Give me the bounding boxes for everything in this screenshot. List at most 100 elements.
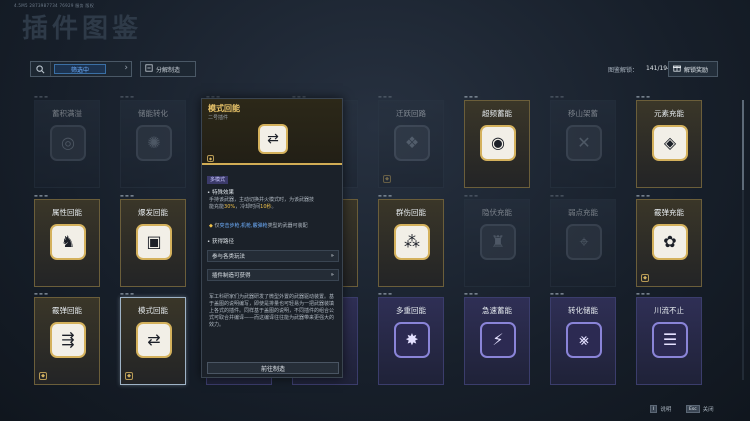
- plugin-card[interactable]: ▬ ▬ ▬ 霰弹充能 ✿ ◆: [636, 193, 702, 287]
- plugin-name: 爆发回能: [138, 208, 168, 217]
- plugin-detail-popup: 模式回能 二号插件 ⇄ ◆ 多模式 • 特殊效果 手持该武器，主动切换并火模式时…: [201, 98, 343, 378]
- unlock-reward-button[interactable]: 解锁奖励: [668, 61, 718, 77]
- shuffle-icon: ⇄: [136, 322, 172, 358]
- plugin-card[interactable]: ▬ ▬ ▬ 急速蓄能 ⚡: [464, 291, 530, 385]
- card-tag: ▬ ▬ ▬: [550, 291, 564, 296]
- route-plugin-craft[interactable]: 插件制造可获得»: [207, 269, 339, 281]
- plugin-glyph: ▣: [146, 232, 162, 251]
- shield-icon: ◆: [209, 223, 213, 229]
- card-tag: ▬ ▬ ▬: [120, 193, 134, 198]
- mode-tag: 多模式: [207, 176, 229, 184]
- plugin-glyph: ✺: [147, 133, 161, 152]
- close-button[interactable]: Esc 关闭: [686, 405, 714, 413]
- filter-status[interactable]: 筛选中: [54, 64, 106, 74]
- popup-header: 模式回能 二号插件 ⇄ ◆: [202, 99, 342, 165]
- unlock-reward-label: 解锁奖励: [684, 66, 709, 74]
- card-tag: ▬ ▬ ▬: [120, 291, 134, 296]
- plugin-name: 霰弹回能: [52, 306, 82, 315]
- burst-icon: ✸: [394, 322, 430, 358]
- swirl-icon: ◎: [50, 125, 86, 161]
- spiral-icon: ✿: [652, 224, 688, 260]
- plugin-glyph: ◎: [61, 133, 75, 152]
- plugin-card[interactable]: ▬ ▬ ▬ 爆发回能 ▣: [120, 193, 186, 287]
- diamond-icon: ◈: [652, 125, 688, 161]
- plugin-card[interactable]: ▬ ▬ ▬ 迁跃回路 ❖ ◆: [378, 94, 444, 188]
- gift-icon: [673, 64, 681, 74]
- plugin-name: 移山架蓄: [568, 109, 598, 118]
- page-title: 插件图鉴: [22, 14, 143, 44]
- eye-icon: ◉: [480, 125, 516, 161]
- double-chevron-icon: »: [330, 253, 334, 259]
- plugin-name: 储能转化: [138, 109, 168, 118]
- plugin-name: 霰弹充能: [654, 208, 684, 217]
- plugin-card[interactable]: ▬ ▬ ▬ 隐伏充能 ♜: [464, 193, 530, 287]
- bolt-icon: ⚡: [480, 322, 516, 358]
- shuffle-icon: ⇄: [258, 124, 288, 154]
- plugin-card[interactable]: ▬ ▬ ▬ 储能转化 ✺: [120, 94, 186, 188]
- card-tag: ▬ ▬ ▬: [550, 94, 564, 99]
- dismantle-button[interactable]: 分解制造: [140, 61, 196, 77]
- weapon-restriction: ◆ 仅突击步枪,机枪,霰弹枪类型的武器可装配: [209, 223, 308, 229]
- shield-icon: ◆: [39, 372, 47, 380]
- route-play-modes[interactable]: 参与各类玩法»: [207, 250, 339, 262]
- plugin-glyph: ♞: [60, 232, 76, 251]
- axe-icon: ✕: [566, 125, 602, 161]
- plugin-name: 迁跃回路: [396, 109, 426, 118]
- card-tag: ▬ ▬ ▬: [550, 193, 564, 198]
- plugin-name: 模式回能: [138, 306, 168, 315]
- acquire-heading: • 获得路径: [207, 239, 234, 245]
- plugin-card[interactable]: ▬ ▬ ▬ 转化储能 ⨳: [550, 291, 616, 385]
- plugin-card[interactable]: ▬ ▬ ▬ 蓄积满溢 ◎: [34, 94, 100, 188]
- popup-subtitle: 二号插件: [208, 115, 229, 121]
- plugin-name: 弱点充能: [568, 208, 598, 217]
- plugin-name: 属性回能: [52, 208, 82, 217]
- rune-icon: ⨳: [566, 322, 602, 358]
- plugin-glyph: ⇶: [61, 330, 75, 349]
- search-bar[interactable]: 筛选中 ›: [30, 61, 132, 77]
- card-tag: ▬ ▬ ▬: [120, 94, 134, 99]
- double-chevron-icon: »: [330, 272, 334, 278]
- plugin-glyph: ⨳: [579, 330, 589, 349]
- shield-icon: ◆: [383, 175, 391, 183]
- dismantle-icon: [145, 64, 153, 74]
- cloak-icon: ♜: [480, 224, 516, 260]
- arrows-icon: ⇶: [50, 322, 86, 358]
- plugin-name: 多重回能: [396, 306, 426, 315]
- plugin-card[interactable]: ▬ ▬ ▬ 霰弹回能 ⇶ ◆: [34, 291, 100, 385]
- nodes-icon: ⁂: [394, 224, 430, 260]
- plugin-glyph: ⇄: [147, 330, 161, 349]
- card-tag: ▬ ▬ ▬: [464, 94, 478, 99]
- plugin-glyph: ⚡: [492, 330, 504, 349]
- plugin-card[interactable]: ▬ ▬ ▬ 群伤回能 ⁂: [378, 193, 444, 287]
- card-tag: ▬ ▬ ▬: [464, 291, 478, 296]
- plugin-name: 蓄积满溢: [52, 109, 82, 118]
- sun-icon: ✺: [136, 125, 172, 161]
- plugin-card[interactable]: ▬ ▬ ▬ 多重回能 ✸: [378, 291, 444, 385]
- card-tag: ▬ ▬ ▬: [378, 94, 392, 99]
- card-tag: ▬ ▬ ▬: [636, 193, 650, 198]
- plugin-name: 急速蓄能: [482, 306, 512, 315]
- goto-craft-button[interactable]: 前往制造: [207, 362, 339, 374]
- scrollbar[interactable]: [742, 100, 744, 380]
- plugin-card[interactable]: ▬ ▬ ▬ 元素充能 ◈: [636, 94, 702, 188]
- card-tag: ▬ ▬ ▬: [636, 291, 650, 296]
- plugin-glyph: ❖: [404, 133, 420, 152]
- progress-label: 图鉴解锁：: [608, 67, 639, 74]
- stack-icon: ☰: [652, 322, 688, 358]
- plugin-name: 群伤回能: [396, 208, 426, 217]
- plugin-card[interactable]: ▬ ▬ ▬ 模式回能 ⇄ ◆: [120, 291, 186, 385]
- scrollbar-thumb[interactable]: [742, 100, 744, 190]
- plugin-card[interactable]: ▬ ▬ ▬ 超频蓄能 ◉: [464, 94, 530, 188]
- key-hint: I: [650, 405, 658, 413]
- plugin-card[interactable]: ▬ ▬ ▬ 川流不止 ☰: [636, 291, 702, 385]
- plugin-card[interactable]: ▬ ▬ ▬ 移山架蓄 ✕: [550, 94, 616, 188]
- card-tag: ▬ ▬ ▬: [378, 291, 392, 296]
- plugin-name: 元素充能: [654, 109, 684, 118]
- plugin-card[interactable]: ▬ ▬ ▬ 弱点充能 ⌖: [550, 193, 616, 287]
- search-icon[interactable]: [31, 62, 51, 76]
- plugin-glyph: ◈: [663, 133, 677, 152]
- chevron-right-icon[interactable]: ›: [124, 63, 128, 73]
- plugin-card[interactable]: ▬ ▬ ▬ 属性回能 ♞: [34, 193, 100, 287]
- popup-title: 模式回能: [208, 104, 240, 113]
- help-button[interactable]: I 说明: [650, 405, 671, 413]
